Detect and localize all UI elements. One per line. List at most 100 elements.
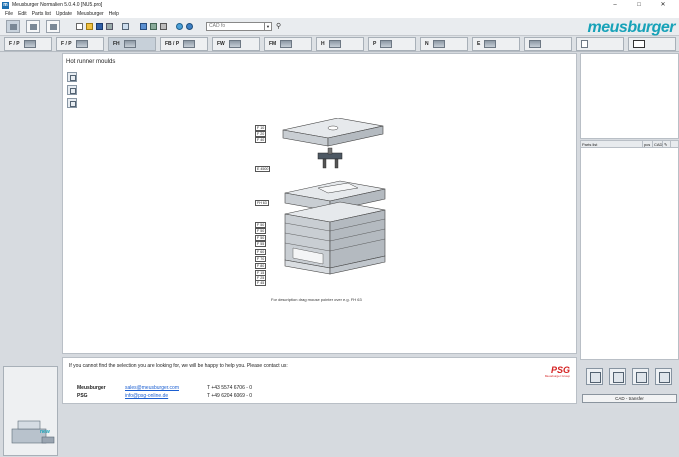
view-drawing-icon[interactable] [67, 72, 77, 82]
mould-icon [228, 40, 241, 48]
print-icon[interactable] [122, 23, 129, 30]
tab-label: FM [269, 41, 277, 47]
psg-logo-subtitle: Meusburger Group [544, 374, 570, 378]
save-as-icon[interactable] [106, 23, 113, 30]
view-special-button[interactable] [26, 20, 40, 33]
tab-fw[interactable]: FW [212, 37, 260, 51]
close-button[interactable]: ✕ [651, 0, 675, 10]
title-bar: m Meusburger Normalien 5.0.4.0 [NU5.pro]… [0, 0, 679, 10]
cart-icon [633, 40, 645, 48]
right-pane: Parts list pcs CAD ✎ CAD - transfer [580, 53, 679, 408]
tab-label: FB / P [165, 41, 180, 47]
contact-name: Meusburger [77, 385, 106, 391]
cad-transfer-button[interactable]: CAD - transfer [582, 394, 677, 403]
toolbar: CAD fo ▼ ⚲ meusburger [0, 18, 679, 36]
tab-tools[interactable] [524, 37, 572, 51]
part-label-bottom-10[interactable]: F 45 [255, 280, 267, 286]
contact-email-link[interactable]: info@psg-online.de [125, 393, 168, 399]
view-standard-button[interactable] [6, 20, 20, 33]
menu-update[interactable]: Update [56, 11, 72, 17]
diagram-caption: For description drag mouse pointer over … [271, 297, 362, 302]
settings-icon[interactable] [150, 23, 157, 30]
tab-e[interactable]: E [472, 37, 520, 51]
contact-message: If you cannot find the selection you are… [69, 363, 288, 369]
tab-fp-2[interactable]: F / P [56, 37, 104, 51]
tab-fbp[interactable]: FB / P [160, 37, 208, 51]
tools-icon [529, 40, 541, 48]
parts-list-actions [580, 364, 679, 390]
menu-bar: File Edit Parts list Update Meusburger H… [0, 10, 679, 18]
part-label-bottom-5[interactable]: F 60 [255, 249, 267, 255]
menu-meusburger[interactable]: Meusburger [77, 11, 104, 17]
update-icon[interactable] [186, 23, 193, 30]
mould-assembly-diagram [282, 118, 386, 275]
part-label-bottom-2[interactable]: F 50 [255, 228, 267, 234]
tools-icon[interactable] [160, 23, 167, 30]
new-icon[interactable] [76, 23, 83, 30]
view-3d-button[interactable] [46, 20, 60, 33]
tab-label: P [373, 41, 377, 47]
info-icon [581, 40, 588, 48]
chevron-down-icon[interactable]: ▼ [264, 23, 271, 30]
list-detail-icon[interactable] [609, 368, 626, 385]
search-input[interactable]: CAD fo ▼ [206, 22, 272, 31]
part-label-bottom-4[interactable]: F 55 [255, 241, 267, 247]
export-icon[interactable] [655, 368, 672, 385]
menu-help[interactable]: Help [109, 11, 119, 17]
calculator-icon[interactable] [140, 23, 147, 30]
menu-parts-list[interactable]: Parts list [32, 11, 51, 17]
contact-email-link[interactable]: sales@meusburger.com [125, 385, 179, 391]
main-panel: Hot runner moulds F 10 F 20 F 40 E 4500 … [62, 53, 577, 354]
menu-edit[interactable]: Edit [18, 11, 27, 17]
tab-h[interactable]: H [316, 37, 364, 51]
part-label-bottom-7[interactable]: F 80 [255, 263, 267, 269]
tab-fp-1[interactable]: F / P [4, 37, 52, 51]
tab-n[interactable]: N [420, 37, 468, 51]
view-list-icon[interactable] [67, 85, 77, 95]
new-badge: new [40, 429, 50, 435]
meusburger-logo: meusburger [587, 19, 676, 36]
page-title: Hot runner moulds [66, 59, 116, 65]
open-folder-icon[interactable] [86, 23, 93, 30]
parts-list-header: Parts list pcs CAD ✎ [581, 141, 678, 148]
plate-icon [183, 40, 196, 48]
view-table-icon[interactable] [67, 98, 77, 108]
window-controls: – □ ✕ [603, 0, 675, 10]
maximize-button[interactable]: □ [627, 0, 651, 10]
search-icon[interactable]: ⚲ [276, 22, 281, 30]
save-icon[interactable] [96, 23, 103, 30]
bolt-icon [432, 40, 445, 48]
preview-panel [580, 53, 679, 139]
edit-icon[interactable]: ✎ [663, 141, 671, 147]
window-title: Meusburger Normalien 5.0.4.0 [NU5.pro] [12, 2, 103, 8]
list-view-icon[interactable] [586, 368, 603, 385]
component-icon [484, 40, 497, 48]
plate-icon [328, 40, 341, 48]
col-parts-list[interactable]: Parts list [581, 141, 643, 147]
col-cad[interactable]: CAD [653, 141, 663, 147]
minimize-button[interactable]: – [603, 0, 627, 10]
tab-label: N [425, 41, 429, 47]
contact-phone: T +43 5574 6706 - 0 [207, 385, 253, 391]
part-label-f40[interactable]: F 40 [255, 137, 267, 143]
search-value: CAD fo [209, 23, 226, 29]
part-label-bottom-6[interactable]: F 70 [255, 256, 267, 262]
tab-fh[interactable]: FH [108, 37, 156, 51]
plate-icon [23, 40, 36, 48]
left-pane: new [0, 53, 60, 456]
part-label-e4500[interactable]: E 4500 [255, 166, 271, 172]
menu-file[interactable]: File [5, 11, 13, 17]
tab-p[interactable]: P [368, 37, 416, 51]
part-label-fh63[interactable]: FH 63 [255, 200, 269, 206]
col-pcs[interactable]: pcs [643, 141, 653, 147]
new-products-thumbnail[interactable]: new [3, 366, 58, 456]
pin-icon [380, 40, 393, 48]
tab-info[interactable] [576, 37, 624, 51]
globe-icon[interactable] [176, 23, 183, 30]
tab-label: F / P [9, 41, 20, 47]
transfer-icon[interactable] [632, 368, 649, 385]
tab-fm[interactable]: FM [264, 37, 312, 51]
tab-label: FH [113, 41, 120, 47]
tab-cart[interactable] [628, 37, 676, 51]
tab-label: FW [217, 41, 225, 47]
